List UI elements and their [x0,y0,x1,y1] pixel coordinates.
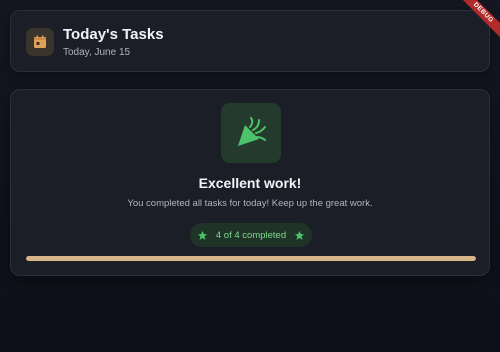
completed-badge: 4 of 4 completed [190,223,312,247]
calendar-icon [26,28,54,56]
completion-message: You completed all tasks for today! Keep … [127,198,373,209]
progress-bar [26,256,476,261]
debug-label: DEBUG [456,0,500,42]
header-card: Today's Tasks Today, June 15 [10,10,490,72]
star-icon [294,230,305,241]
debug-banner: DEBUG [456,0,500,44]
star-icon [197,230,208,241]
party-popper-icon [221,103,281,163]
page-title: Today's Tasks [63,26,164,43]
completion-card: Excellent work! You completed all tasks … [10,89,490,276]
progress-fill [26,256,476,261]
date-subtitle: Today, June 15 [63,47,131,58]
completed-count: 4 of 4 completed [215,229,287,241]
completion-heading: Excellent work! [198,175,302,191]
